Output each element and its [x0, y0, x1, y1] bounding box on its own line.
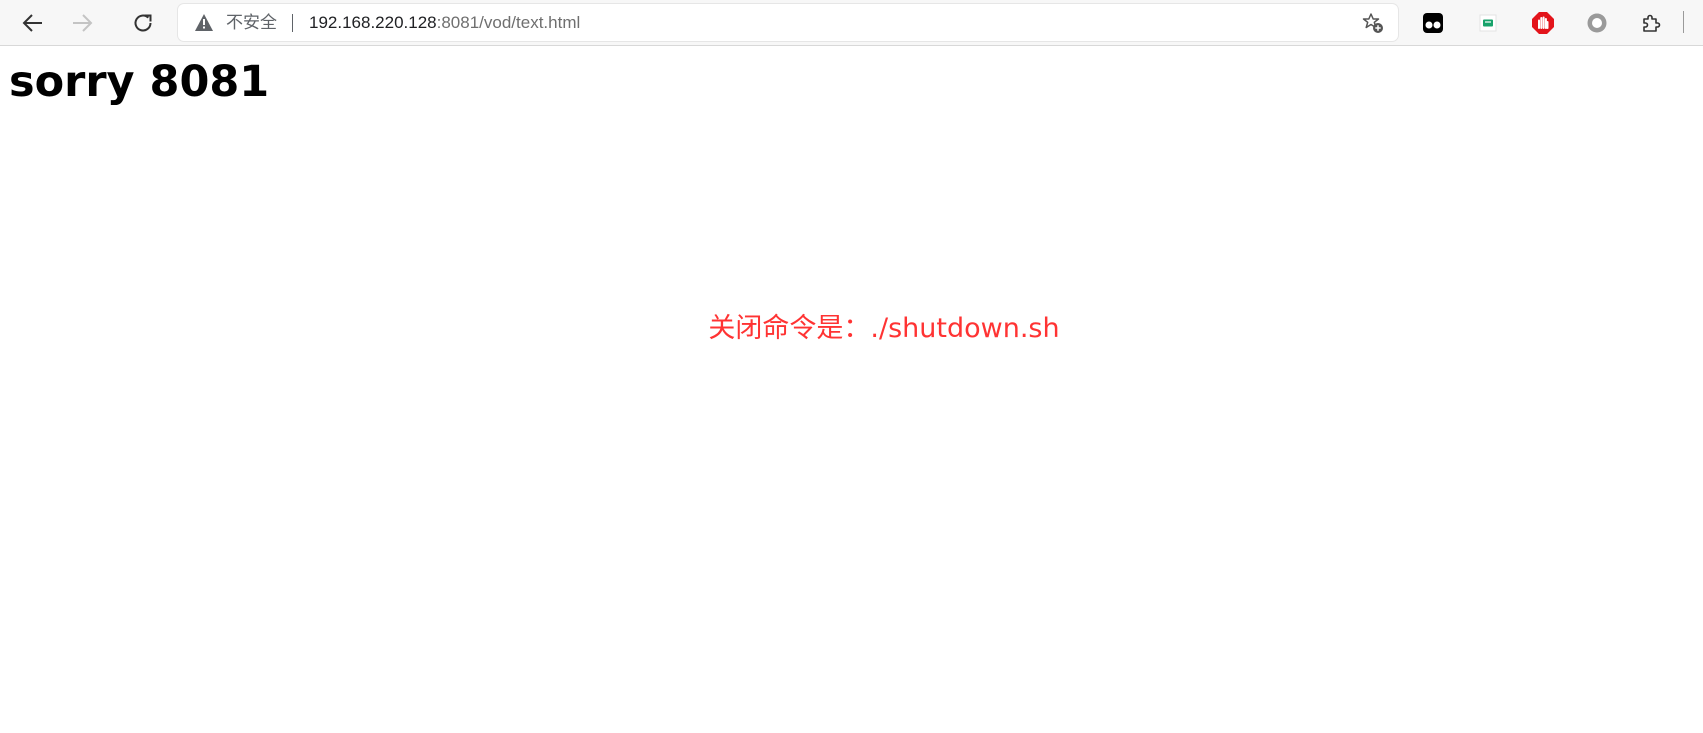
url-host: 192.168.220.128 — [309, 13, 437, 32]
page-heading: sorry 8081 — [9, 57, 270, 107]
shutdown-notice-text: 关闭命令是：./shutdown.sh — [708, 313, 1060, 344]
browser-toolbar: 不安全 192.168.220.128:8081/vod/text.html — [0, 0, 1703, 46]
address-separator — [292, 14, 293, 32]
url-field[interactable]: 192.168.220.128:8081/vod/text.html — [309, 13, 580, 33]
arrow-right-icon — [73, 14, 93, 32]
security-status-label[interactable]: 不安全 — [226, 13, 277, 33]
adblock-extension-icon[interactable] — [1528, 8, 1558, 38]
arrow-left-icon — [22, 14, 42, 32]
extensions-puzzle-icon[interactable] — [1636, 8, 1666, 38]
warning-triangle-icon[interactable] — [194, 13, 214, 32]
reload-icon — [134, 14, 152, 32]
green-flag-extension-icon[interactable] — [1473, 8, 1503, 38]
toolbar-divider — [1683, 11, 1684, 33]
star-plus-icon[interactable] — [1362, 12, 1384, 34]
tampermonkey-extension-icon[interactable] — [1418, 8, 1448, 38]
forward-button[interactable] — [64, 5, 100, 41]
address-bar[interactable]: 不安全 192.168.220.128:8081/vod/text.html — [178, 4, 1398, 41]
url-path: :8081/vod/text.html — [436, 13, 581, 32]
notice-container: 关闭命令是：./shutdown.sh — [0, 0, 1703, 733]
back-button[interactable] — [15, 5, 51, 41]
gray-circle-extension-icon[interactable] — [1582, 8, 1612, 38]
reload-button[interactable] — [125, 5, 161, 41]
